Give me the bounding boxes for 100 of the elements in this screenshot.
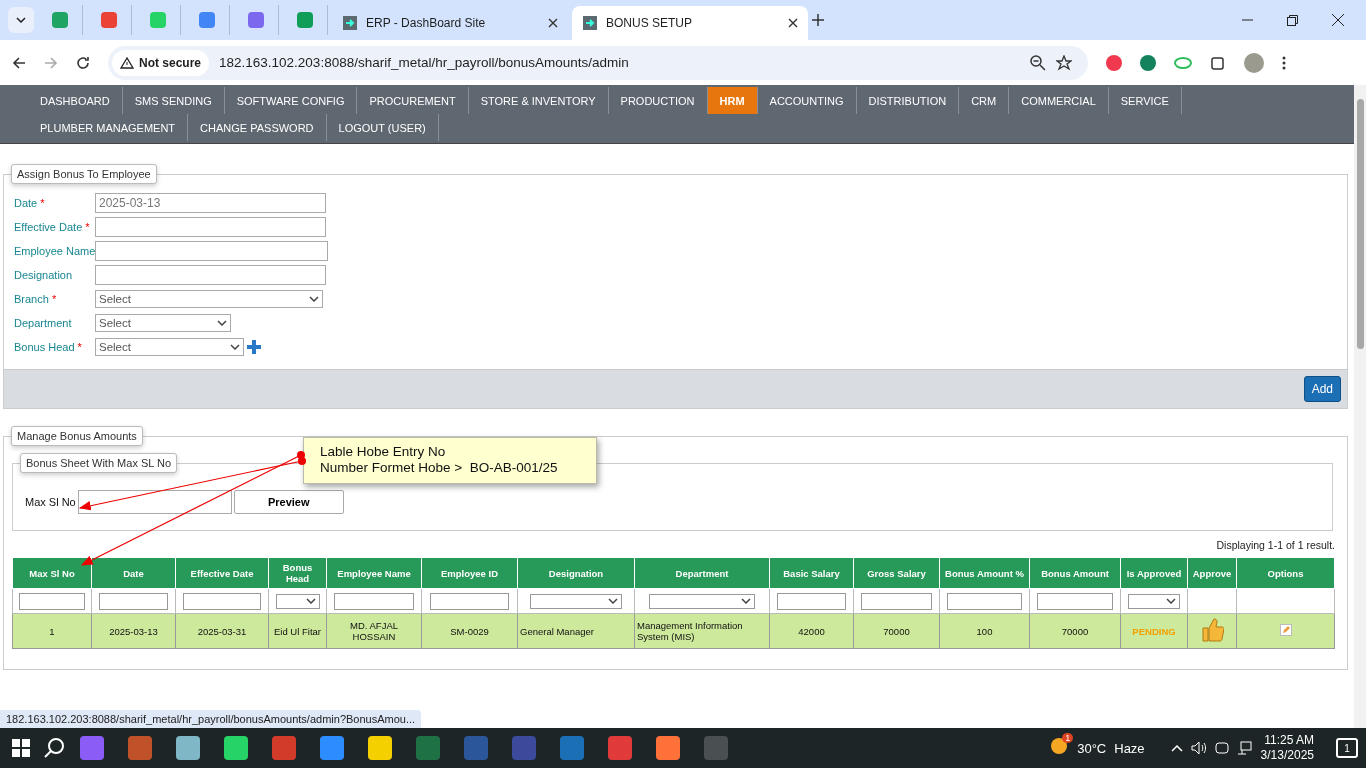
column-header[interactable]: Gross Salary: [853, 557, 940, 589]
filter-input[interactable]: [183, 592, 261, 610]
column-header[interactable]: Employee Name: [326, 557, 422, 589]
filter-input[interactable]: [776, 592, 847, 610]
windows-start-icon[interactable]: [12, 739, 30, 757]
taskbar-app-icon[interactable]: [512, 736, 536, 760]
plus-icon[interactable]: [246, 339, 262, 355]
new-tab-icon[interactable]: [812, 14, 824, 26]
extension-icon[interactable]: [1106, 54, 1122, 71]
menu-item[interactable]: LOGOUT (USER): [326, 114, 439, 141]
menu-item[interactable]: COMMERCIAL: [1009, 87, 1109, 114]
back-arrow-icon[interactable]: [12, 55, 26, 70]
taskbar-app-icon[interactable]: [464, 736, 488, 760]
zoom-out-icon[interactable]: [1030, 54, 1046, 71]
column-header[interactable]: Options: [1236, 557, 1335, 589]
edit-icon[interactable]: [1279, 624, 1292, 636]
star-icon[interactable]: [1056, 54, 1072, 71]
caret-up-icon[interactable]: [1170, 744, 1183, 752]
close-icon[interactable]: [788, 18, 798, 28]
url-text[interactable]: 182.163.102.203:8088/sharif_metal/hr_payroll/bonusAmounts/admin: [219, 55, 1020, 70]
reload-icon[interactable]: [76, 55, 90, 70]
avatar-icon[interactable]: [1244, 52, 1264, 73]
taskbar-app-icon[interactable]: [224, 736, 248, 760]
menu-item[interactable]: STORE & INVENTORY: [468, 87, 609, 114]
taskbar-app-icon[interactable]: [128, 736, 152, 760]
filter-input[interactable]: [947, 592, 1022, 610]
column-header[interactable]: Department: [634, 557, 770, 589]
menu-item[interactable]: CHANGE PASSWORD: [188, 114, 327, 141]
menu-item[interactable]: CRM: [959, 87, 1010, 114]
select-field[interactable]: Select: [95, 338, 244, 356]
not-secure-chip[interactable]: Not secure: [112, 49, 210, 76]
network-icon[interactable]: [1236, 741, 1253, 755]
input-field[interactable]: [95, 265, 326, 285]
taskbar-app-icon[interactable]: [560, 736, 584, 760]
weather-text: Haze: [1114, 740, 1145, 756]
browser-tab[interactable]: ERP - DashBoard Site: [332, 6, 568, 40]
taskbar-app-icon[interactable]: [272, 736, 296, 760]
filter-select[interactable]: [1128, 593, 1180, 609]
clock-date[interactable]: 3/13/2025: [1260, 748, 1314, 763]
menu-item[interactable]: SERVICE: [1108, 87, 1182, 114]
filter-select[interactable]: [275, 593, 320, 609]
filter-input[interactable]: [1037, 592, 1113, 610]
menu-item[interactable]: PRODUCTION: [608, 87, 708, 114]
table-cell: SM-0029: [421, 613, 518, 649]
menu-item[interactable]: ACCOUNTING: [757, 87, 857, 114]
input-field[interactable]: 2025-03-13: [95, 193, 326, 213]
column-header[interactable]: Is Approved: [1120, 557, 1188, 589]
filter-input[interactable]: [334, 592, 414, 610]
input-field[interactable]: [95, 241, 328, 261]
taskbar-app-icon[interactable]: [656, 736, 680, 760]
clock-time[interactable]: 11:25 AM: [1264, 733, 1314, 748]
search-icon[interactable]: [44, 737, 66, 759]
input-field[interactable]: [95, 217, 326, 237]
browser-tab[interactable]: BONUS SETUP: [572, 6, 808, 40]
restore-icon[interactable]: [1287, 14, 1298, 26]
menu-item[interactable]: SOFTWARE CONFIG: [224, 87, 358, 114]
select-field[interactable]: Select: [95, 314, 231, 332]
column-header[interactable]: Bonus Amount %: [939, 557, 1030, 589]
notification-button[interactable]: 1: [1336, 738, 1358, 758]
column-header[interactable]: Max Sl No: [12, 557, 92, 589]
menu-icon[interactable]: [1282, 55, 1286, 70]
speaker-icon[interactable]: [1190, 741, 1207, 755]
menu-item[interactable]: HRM: [707, 87, 758, 114]
menu-item[interactable]: PROCUREMENT: [357, 87, 469, 114]
column-header[interactable]: Employee ID: [421, 557, 518, 589]
add-button[interactable]: Add: [1303, 376, 1341, 402]
menu-item[interactable]: DISTRIBUTION: [856, 87, 960, 114]
input-field[interactable]: [77, 490, 232, 514]
filter-select[interactable]: [530, 593, 622, 609]
thumbs-up-icon[interactable]: [1200, 617, 1224, 643]
forward-arrow-icon[interactable]: [44, 55, 58, 70]
panel-legend: Manage Bonus Amounts: [11, 426, 143, 446]
taskbar-app-icon[interactable]: [320, 736, 344, 760]
filter-input[interactable]: [98, 592, 169, 610]
taskbar-app-icon[interactable]: [176, 736, 200, 760]
taskbar-app-icon[interactable]: [416, 736, 440, 760]
column-header[interactable]: Bonus Amount: [1029, 557, 1121, 589]
taskbar-app-icon[interactable]: [80, 736, 104, 760]
column-header[interactable]: Bonus Head: [268, 557, 327, 589]
select-field[interactable]: Select: [95, 290, 323, 308]
filter-select[interactable]: [649, 593, 755, 609]
preview-button[interactable]: Preview: [233, 490, 344, 514]
taskbar-app-icon[interactable]: [608, 736, 632, 760]
column-header[interactable]: Designation: [517, 557, 635, 589]
menu-item[interactable]: SMS SENDING: [122, 87, 225, 114]
column-header[interactable]: Date: [91, 557, 176, 589]
filter-input[interactable]: [19, 592, 85, 610]
scrollbar-thumb[interactable]: [1356, 99, 1364, 349]
menu-item[interactable]: PLUMBER MANAGEMENT: [28, 114, 189, 141]
taskbar-app-icon[interactable]: [368, 736, 392, 760]
tab-search-button[interactable]: [8, 7, 34, 33]
filter-input[interactable]: [860, 592, 933, 610]
filter-input[interactable]: [429, 592, 510, 610]
sun-icon: [1049, 736, 1070, 756]
column-header[interactable]: Basic Salary: [769, 557, 854, 589]
menu-item[interactable]: DASHBOARD: [28, 87, 123, 114]
column-header[interactable]: Approve: [1187, 557, 1237, 589]
column-header[interactable]: Effective Date: [175, 557, 269, 589]
close-icon[interactable]: [548, 18, 558, 28]
close-icon[interactable]: [1332, 14, 1344, 26]
